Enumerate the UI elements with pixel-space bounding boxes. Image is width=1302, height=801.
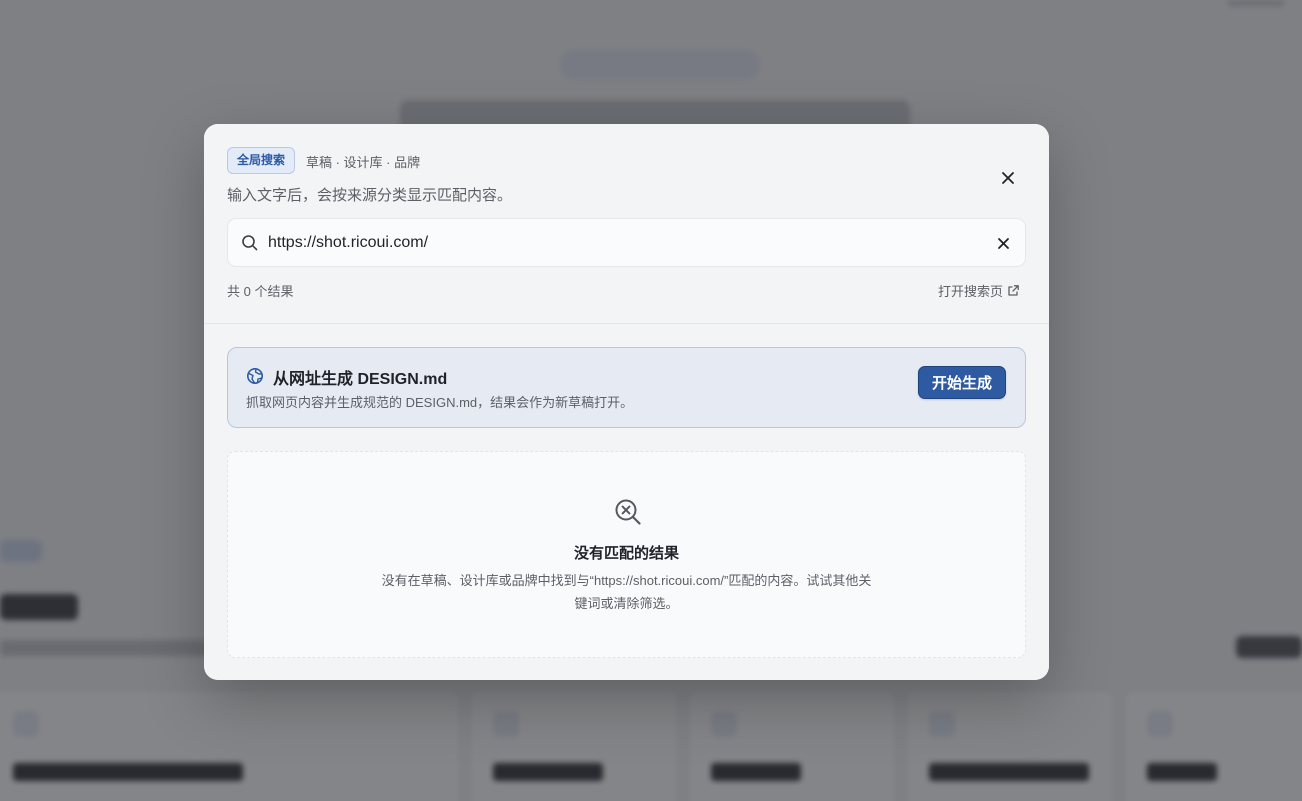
clear-search-button[interactable] — [991, 231, 1015, 255]
globe-icon — [247, 368, 263, 384]
close-button[interactable] — [994, 164, 1022, 192]
external-link-icon — [1008, 285, 1019, 296]
open-search-page-label: 打开搜索页 — [937, 284, 1003, 299]
clear-icon — [997, 237, 1009, 249]
generate-description: 抓取网页内容并生成规范的 DESIGN.md，结果会作为新草稿打开。 — [246, 395, 634, 410]
dialog-body: 从网址生成 DESIGN.md 抓取网页内容并生成规范的 DESIGN.md，结… — [204, 325, 1049, 680]
search-box — [227, 218, 1026, 267]
global-search-chip: 全局搜索 — [227, 147, 296, 174]
close-icon — [1002, 172, 1014, 184]
start-generate-button[interactable]: 开始生成 — [918, 366, 1006, 399]
generate-title: 从网址生成 DESIGN.md — [273, 371, 448, 388]
empty-state-title: 没有匹配的结果 — [573, 545, 679, 562]
open-search-page-link[interactable]: 打开搜索页 — [938, 281, 1020, 300]
dialog-subtitle: 输入文字后，会按来源分类显示匹配内容。 — [227, 187, 513, 204]
empty-state: 没有匹配的结果 没有在草稿、设计库或品牌中找到与“https://shot.ri… — [227, 451, 1026, 658]
search-input[interactable] — [268, 229, 978, 257]
empty-state-description: 没有在草稿、设计库或品牌中找到与“https://shot.ricoui.com… — [381, 573, 872, 611]
result-count: 共 0 个结果 — [227, 284, 294, 299]
dialog-header: 全局搜索 草稿 · 设计库 · 品牌 输入文字后，会按来源分类显示匹配内容。 共… — [204, 124, 1049, 324]
search-x-icon — [615, 499, 641, 525]
search-scopes: 草稿 · 设计库 · 品牌 — [306, 155, 421, 170]
generate-from-url-card: 从网址生成 DESIGN.md 抓取网页内容并生成规范的 DESIGN.md，结… — [227, 347, 1026, 428]
search-icon — [242, 235, 258, 251]
global-search-dialog: 全局搜索 草稿 · 设计库 · 品牌 输入文字后，会按来源分类显示匹配内容。 共… — [204, 124, 1049, 680]
